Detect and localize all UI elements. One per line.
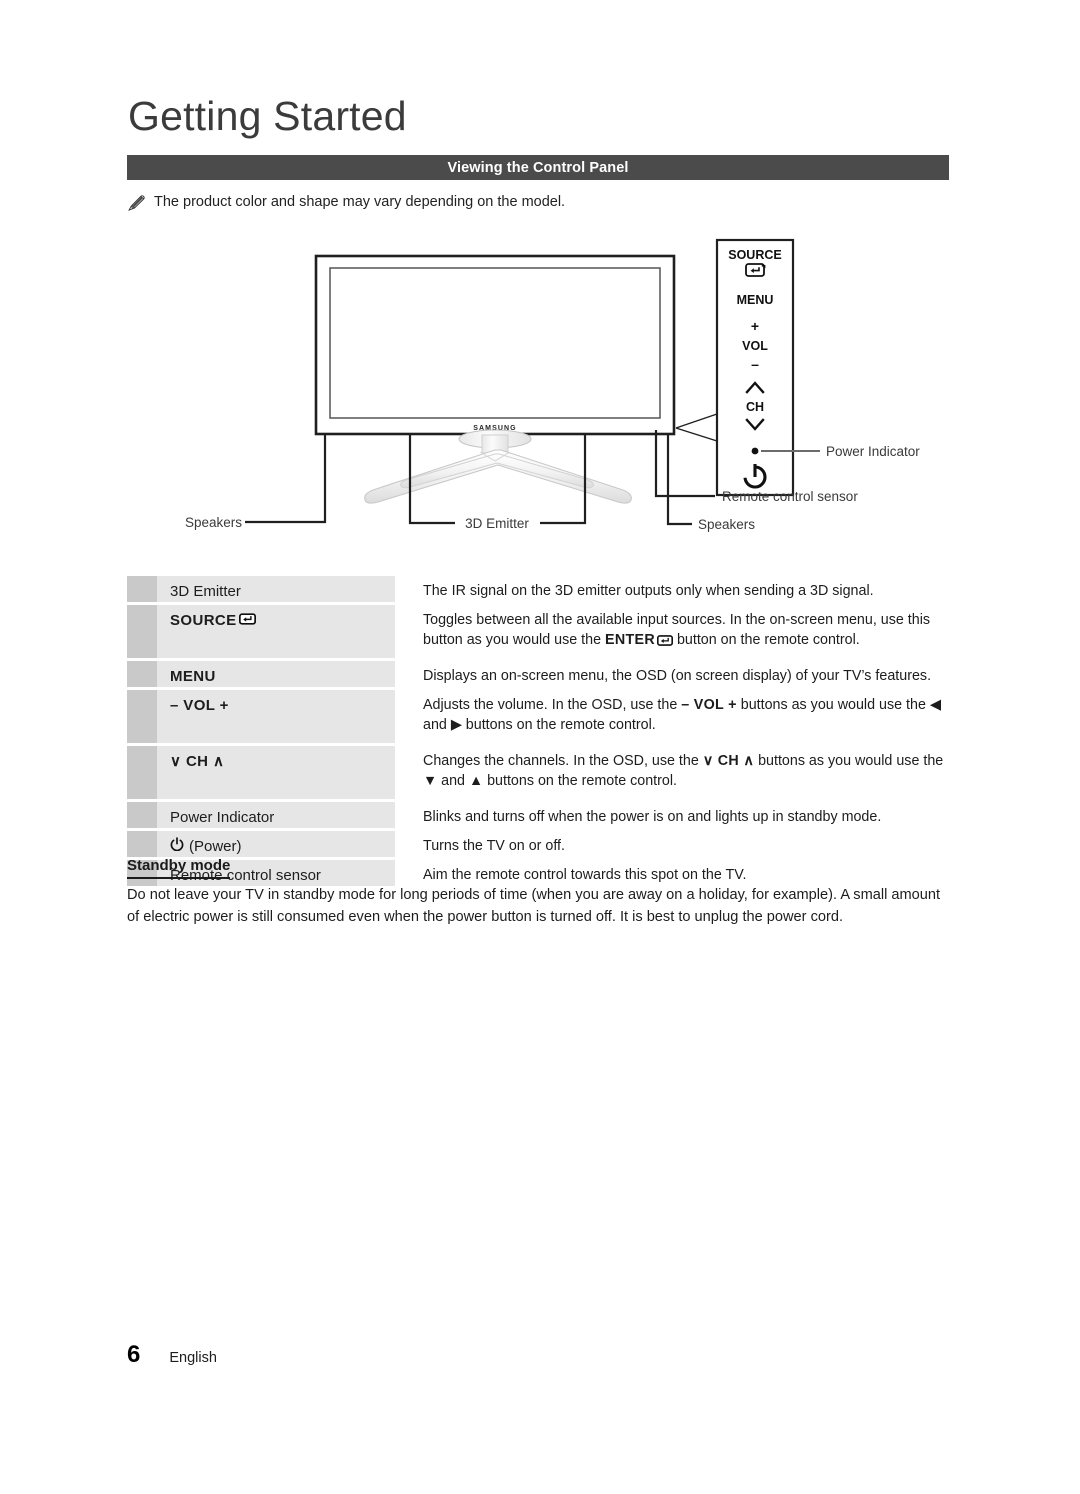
row-description: Turns the TV on or off. (395, 831, 949, 857)
table-row: 3D Emitter The IR signal on the 3D emitt… (127, 576, 949, 602)
row-description: Aim the remote control towards this spot… (395, 860, 949, 886)
pencil-note-icon (128, 195, 145, 211)
table-row: ∨ CH ∧ Changes the channels. In the OSD,… (127, 746, 949, 799)
leader-panel-top (675, 413, 718, 429)
row-description-inline-ch: ∨ CH ∧ (702, 753, 755, 769)
row-description-inline-vol: – VOL + (681, 697, 737, 713)
section-header-bar: Viewing the Control Panel (127, 155, 949, 180)
row-marker (127, 605, 157, 658)
row-description-inline-enter: ENTER (605, 631, 655, 648)
row-label: MENU (157, 661, 395, 687)
row-label-text: SOURCE (170, 612, 237, 629)
row-label-text: (Power) (189, 838, 242, 855)
leader-speakers-left (245, 434, 327, 524)
standby-mode-body: Do not leave your TV in standby mode for… (127, 887, 941, 926)
leader-panel-bottom (675, 427, 718, 442)
manual-page: Getting Started Viewing the Control Pane… (0, 0, 1080, 1494)
power-button-icon (170, 837, 184, 856)
row-description: Blinks and turns off when the power is o… (395, 802, 949, 828)
row-marker (127, 661, 157, 687)
leader-remote-sensor (654, 430, 715, 498)
row-marker (127, 802, 157, 828)
tv-control-panel-diagram: SAMSUNG SOURCE MENU + VOL – CH Speakers … (120, 228, 970, 548)
row-description-text: Turns the TV on or off. (423, 838, 565, 854)
enter-return-icon (656, 633, 673, 653)
row-description-part2: button on the remote control. (672, 631, 860, 648)
row-description: Toggles between all the available input … (395, 605, 949, 658)
row-label: ∨ CH ∧ (157, 746, 395, 799)
table-row: MENU Displays an on-screen menu, the OSD… (127, 661, 949, 687)
row-description-part1: Adjusts the volume. In the OSD, use the (423, 697, 682, 713)
row-label: SOURCE (157, 605, 395, 658)
row-description: Displays an on-screen menu, the OSD (on … (395, 661, 949, 687)
panel-source-enter-icon (745, 263, 766, 277)
panel-menu-label: MENU (737, 293, 774, 307)
row-label-text: ∨ CH ∧ (170, 753, 225, 770)
panel-ch-label: CH (746, 400, 764, 414)
section-header-label: Viewing the Control Panel (447, 159, 629, 176)
tv-stand (364, 429, 632, 504)
row-label: – VOL + (157, 690, 395, 743)
row-label: (Power) (157, 831, 395, 857)
standby-mode-heading: Standby mode (127, 857, 231, 879)
callout-speakers-left: Speakers (185, 515, 242, 530)
row-label-text: – VOL + (170, 697, 229, 714)
callout-power-indicator: Power Indicator (826, 444, 920, 459)
page-title: Getting Started (128, 93, 407, 139)
panel-power-led-icon (751, 447, 759, 455)
row-label: 3D Emitter (157, 576, 395, 602)
row-description-text: Blinks and turns off when the power is o… (423, 809, 882, 825)
footer-language: English (169, 1350, 217, 1366)
row-marker (127, 576, 157, 602)
enter-return-icon (238, 611, 256, 630)
note-text: The product color and shape may vary dep… (154, 194, 566, 210)
row-description: Changes the channels. In the OSD, use th… (395, 746, 949, 799)
table-row: SOURCE Toggles between all the available… (127, 605, 949, 658)
row-description-part1: Changes the channels. In the OSD, use th… (423, 753, 703, 769)
row-description-text: Aim the remote control towards this spot… (423, 867, 747, 883)
callout-emitter: 3D Emitter (465, 516, 529, 531)
panel-source-label: SOURCE (728, 248, 781, 262)
page-number: 6 (127, 1341, 141, 1368)
panel-vol-label: VOL (742, 339, 768, 353)
table-row: (Power) Turns the TV on or off. (127, 831, 949, 857)
leader-speakers-right (666, 434, 692, 526)
control-panel-spec-table: 3D Emitter The IR signal on the 3D emitt… (127, 576, 949, 889)
row-description-text: The IR signal on the 3D emitter outputs … (423, 583, 874, 599)
callout-remote-sensor: Remote control sensor (722, 489, 858, 504)
panel-vol-minus: – (751, 356, 759, 372)
row-description: Adjusts the volume. In the OSD, use the … (395, 690, 949, 743)
page-footer: 6 English (127, 1341, 217, 1369)
row-marker (127, 690, 157, 743)
table-row: Remote control sensor Aim the remote con… (127, 860, 949, 886)
tv-outline: SAMSUNG (314, 254, 676, 436)
note-line: The product color and shape may vary dep… (128, 193, 565, 211)
panel-vol-plus: + (751, 318, 759, 334)
row-label-text: Power Indicator (170, 809, 275, 826)
table-row: Power Indicator Blinks and turns off whe… (127, 802, 949, 828)
row-label: Power Indicator (157, 802, 395, 828)
row-marker (127, 746, 157, 799)
row-description-text: Displays an on-screen menu, the OSD (on … (423, 668, 932, 684)
row-label-text: MENU (170, 668, 216, 685)
row-marker (127, 831, 157, 857)
callout-speakers-right: Speakers (698, 517, 755, 532)
row-description: The IR signal on the 3D emitter outputs … (395, 576, 949, 602)
table-row: – VOL + Adjusts the volume. In the OSD, … (127, 690, 949, 743)
row-label-text: 3D Emitter (170, 583, 241, 600)
